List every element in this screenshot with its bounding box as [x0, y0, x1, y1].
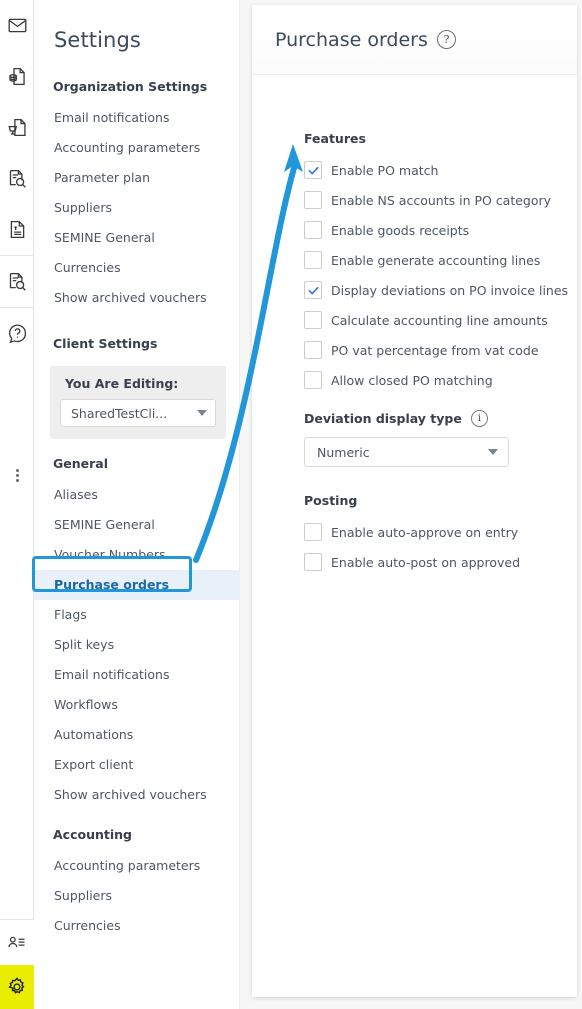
document-search-icon[interactable]	[0, 153, 34, 204]
client-select-value: SharedTestCli...	[71, 405, 168, 421]
checkbox-row-enable-generate-accounting-lines[interactable]: Enable generate accounting lines	[304, 245, 577, 275]
user-list-icon[interactable]	[0, 919, 34, 965]
sidebar-item-currencies[interactable]: Currencies	[34, 911, 240, 941]
checkbox-label: PO vat percentage from vat code	[331, 342, 539, 358]
sidebar-item-org-email-notifications[interactable]: Email notifications	[34, 103, 240, 133]
info-icon[interactable]: i	[470, 410, 488, 427]
checkbox-label: Enable goods receipts	[331, 222, 470, 238]
sidebar-item-aliases[interactable]: Aliases	[34, 480, 240, 510]
checkbox-enable-auto-post-on-approved[interactable]	[304, 553, 322, 571]
purchase-orders-panel: Purchase orders ? Features Enable PO mat…	[252, 5, 577, 997]
sidebar-item-split-keys[interactable]: Split keys	[34, 630, 240, 660]
checkbox-row-enable-po-match[interactable]: Enable PO match	[304, 155, 577, 185]
posting-heading: Posting	[304, 493, 358, 508]
checkbox-row-display-deviations-on-po-invoice-lines[interactable]: Display deviations on PO invoice lines	[304, 275, 577, 305]
page-title: Settings	[54, 28, 141, 52]
rail-bottom-group	[0, 919, 34, 1009]
checkbox-label: Display deviations on PO invoice lines	[331, 282, 569, 298]
nav-group-organization-settings: Organization Settings	[53, 79, 208, 94]
checkbox-enable-auto-approve-on-entry[interactable]	[304, 523, 322, 541]
checkbox-row-allow-closed-po-matching[interactable]: Allow closed PO matching	[304, 365, 577, 395]
checkbox-enable-ns-accounts-in-po-category[interactable]	[304, 191, 322, 209]
checkbox-calculate-accounting-line-amounts[interactable]	[304, 311, 322, 329]
app-icon-rail	[0, 0, 34, 1009]
receipt-icon[interactable]	[0, 204, 34, 255]
sidebar-item-org-accounting-parameters[interactable]: Accounting parameters	[34, 133, 240, 163]
checkbox-row-enable-auto-post-on-approved[interactable]: Enable auto-post on approved	[304, 547, 577, 577]
checkbox-display-deviations-on-po-invoice-lines[interactable]	[304, 281, 322, 299]
purchase-order-document-icon[interactable]	[0, 102, 34, 153]
chevron-down-icon	[488, 449, 498, 455]
sidebar-item-accounting-parameters[interactable]: Accounting parameters	[34, 851, 240, 881]
checkbox-label: Enable auto-approve on entry	[331, 524, 519, 540]
sidebar-item-org-show-archived-vouchers[interactable]: Show archived vouchers	[34, 283, 240, 313]
settings-sidebar: Settings Organization Settings Email not…	[34, 0, 240, 1009]
checkbox-enable-goods-receipts[interactable]	[304, 221, 322, 239]
app-root: Settings Organization Settings Email not…	[0, 0, 582, 1009]
sidebar-item-org-semine-general[interactable]: SEMINE General	[34, 223, 240, 253]
checkbox-label: Enable PO match	[331, 162, 439, 178]
checkbox-row-po-vat-percentage-from-vat-code[interactable]: PO vat percentage from vat code	[304, 335, 577, 365]
checkbox-row-enable-auto-approve-on-entry[interactable]: Enable auto-approve on entry	[304, 517, 577, 547]
panel-header: Purchase orders ?	[252, 5, 577, 75]
help-icon[interactable]	[0, 307, 34, 359]
checkbox-row-calculate-accounting-line-amounts[interactable]: Calculate accounting line amounts	[304, 305, 577, 335]
checkbox-allow-closed-po-matching[interactable]	[304, 371, 322, 389]
checkbox-label: Enable generate accounting lines	[331, 252, 541, 268]
checkbox-label: Enable NS accounts in PO category	[331, 192, 552, 208]
checkbox-label: Calculate accounting line amounts	[331, 312, 548, 328]
gear-icon[interactable]	[0, 965, 34, 1009]
features-heading: Features	[304, 131, 366, 146]
checkbox-po-vat-percentage-from-vat-code[interactable]	[304, 341, 322, 359]
checkbox-label: Allow closed PO matching	[331, 372, 493, 388]
sidebar-item-suppliers[interactable]: Suppliers	[34, 881, 240, 911]
sidebar-item-email-notifications[interactable]: Email notifications	[34, 660, 240, 690]
sidebar-item-automations[interactable]: Automations	[34, 720, 240, 750]
nav-group-general: General	[53, 456, 108, 471]
sidebar-item-workflows[interactable]: Workflows	[34, 690, 240, 720]
sidebar-item-flags[interactable]: Flags	[34, 600, 240, 630]
help-icon[interactable]: ?	[436, 30, 456, 49]
checkbox-label: Enable auto-post on approved	[331, 554, 521, 570]
mail-icon[interactable]	[0, 0, 34, 51]
deviation-display-type-select[interactable]: Numeric	[304, 437, 509, 467]
more-options-icon[interactable]	[0, 455, 34, 495]
sidebar-item-purchase-orders[interactable]: Purchase orders	[34, 570, 240, 600]
sidebar-item-export-client[interactable]: Export client	[34, 750, 240, 780]
deviation-display-type-value: Numeric	[317, 444, 370, 460]
nav-group-accounting: Accounting	[53, 827, 132, 842]
deviation-display-type-label: Deviation display type	[304, 411, 462, 426]
panel-body: Features Enable PO match Enable NS accou…	[252, 75, 577, 577]
checkbox-enable-generate-accounting-lines[interactable]	[304, 251, 322, 269]
archive-search-icon[interactable]	[0, 255, 34, 307]
sidebar-item-org-parameter-plan[interactable]: Parameter plan	[34, 163, 240, 193]
checkbox-row-enable-ns-accounts-in-po-category[interactable]: Enable NS accounts in PO category	[304, 185, 577, 215]
you-are-editing-card: You Are Editing: SharedTestCli...	[50, 366, 226, 439]
chevron-down-icon	[197, 410, 207, 416]
invoice-document-icon[interactable]	[0, 51, 34, 102]
panel-title: Purchase orders	[275, 28, 428, 51]
sidebar-item-semine-general[interactable]: SEMINE General	[34, 510, 240, 540]
checkbox-enable-po-match[interactable]	[304, 161, 322, 179]
sidebar-item-show-archived-vouchers[interactable]: Show archived vouchers	[34, 780, 240, 810]
you-are-editing-label: You Are Editing:	[65, 376, 179, 391]
sidebar-item-org-currencies[interactable]: Currencies	[34, 253, 240, 283]
checkbox-row-enable-goods-receipts[interactable]: Enable goods receipts	[304, 215, 577, 245]
client-select[interactable]: SharedTestCli...	[60, 399, 216, 427]
settings-nav: Organization Settings Email notification…	[34, 70, 240, 941]
nav-group-client-settings: Client Settings	[53, 336, 158, 351]
sidebar-item-org-suppliers[interactable]: Suppliers	[34, 193, 240, 223]
sidebar-item-voucher-numbers[interactable]: Voucher Numbers	[34, 540, 240, 570]
deviation-display-type-label-row: Deviation display type i	[304, 410, 577, 427]
